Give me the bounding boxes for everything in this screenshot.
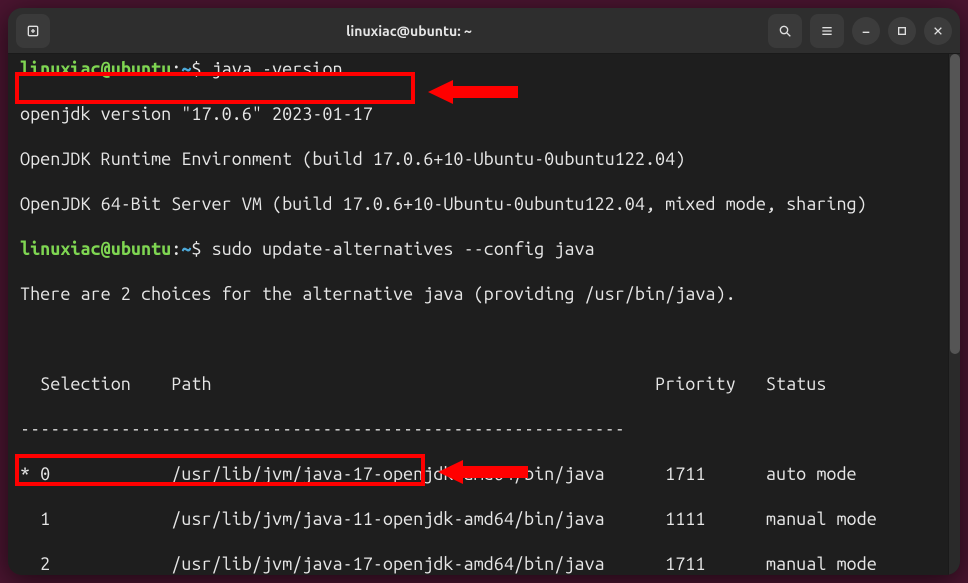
output-line — [20, 328, 952, 351]
prompt-colon: : — [171, 59, 181, 79]
scrollbar-thumb[interactable] — [950, 54, 960, 354]
prompt-host: ubuntu — [111, 59, 171, 79]
table-row: * 0 /usr/lib/jvm/java-17-openjdk-amd64/b… — [20, 463, 952, 486]
cmd-java-version-1: java -version — [202, 59, 343, 79]
hamburger-icon — [819, 23, 835, 39]
prompt-at: @ — [101, 239, 111, 259]
prompt-user: linuxiac — [20, 59, 101, 79]
search-icon — [777, 23, 793, 39]
cmd-update-alternatives: sudo update-alternatives --config java — [202, 239, 595, 259]
maximize-button[interactable] — [888, 17, 916, 45]
prompt-colon: : — [171, 239, 181, 259]
prompt-at: @ — [101, 59, 111, 79]
window-title: linuxiac@ubuntu: ~ — [58, 23, 760, 39]
new-tab-icon — [25, 23, 41, 39]
prompt-path: ~ — [181, 239, 191, 259]
terminal-window: linuxiac@ubuntu: ~ linuxiac@ubuntu:~$ ja… — [8, 8, 960, 575]
close-button[interactable] — [924, 17, 952, 45]
terminal-body[interactable]: linuxiac@ubuntu:~$ java -version openjdk… — [8, 54, 960, 575]
prompt-user: linuxiac — [20, 239, 101, 259]
menu-button[interactable] — [810, 14, 844, 48]
output-line: There are 2 choices for the alternative … — [20, 283, 952, 306]
table-divider: ----------------------------------------… — [20, 418, 952, 441]
scrollbar[interactable] — [948, 54, 960, 575]
prompt-path: ~ — [181, 59, 191, 79]
new-tab-button[interactable] — [16, 14, 50, 48]
table-row: 2 /usr/lib/jvm/java-17-openjdk-amd64/bin… — [20, 553, 952, 575]
table-row: 1 /usr/lib/jvm/java-11-openjdk-amd64/bin… — [20, 508, 952, 531]
close-icon — [930, 23, 946, 39]
prompt-host: ubuntu — [111, 239, 171, 259]
output-line: openjdk version "17.0.6" 2023-01-17 — [20, 103, 952, 126]
minimize-button[interactable] — [852, 17, 880, 45]
maximize-icon — [894, 23, 910, 39]
output-line: OpenJDK Runtime Environment (build 17.0.… — [20, 148, 952, 171]
minimize-icon — [858, 23, 874, 39]
prompt-dollar: $ — [191, 59, 201, 79]
search-button[interactable] — [768, 14, 802, 48]
titlebar: linuxiac@ubuntu: ~ — [8, 8, 960, 54]
output-line: OpenJDK 64-Bit Server VM (build 17.0.6+1… — [20, 193, 952, 216]
prompt-dollar: $ — [191, 239, 201, 259]
table-header: Selection Path Priority Status — [20, 373, 952, 396]
